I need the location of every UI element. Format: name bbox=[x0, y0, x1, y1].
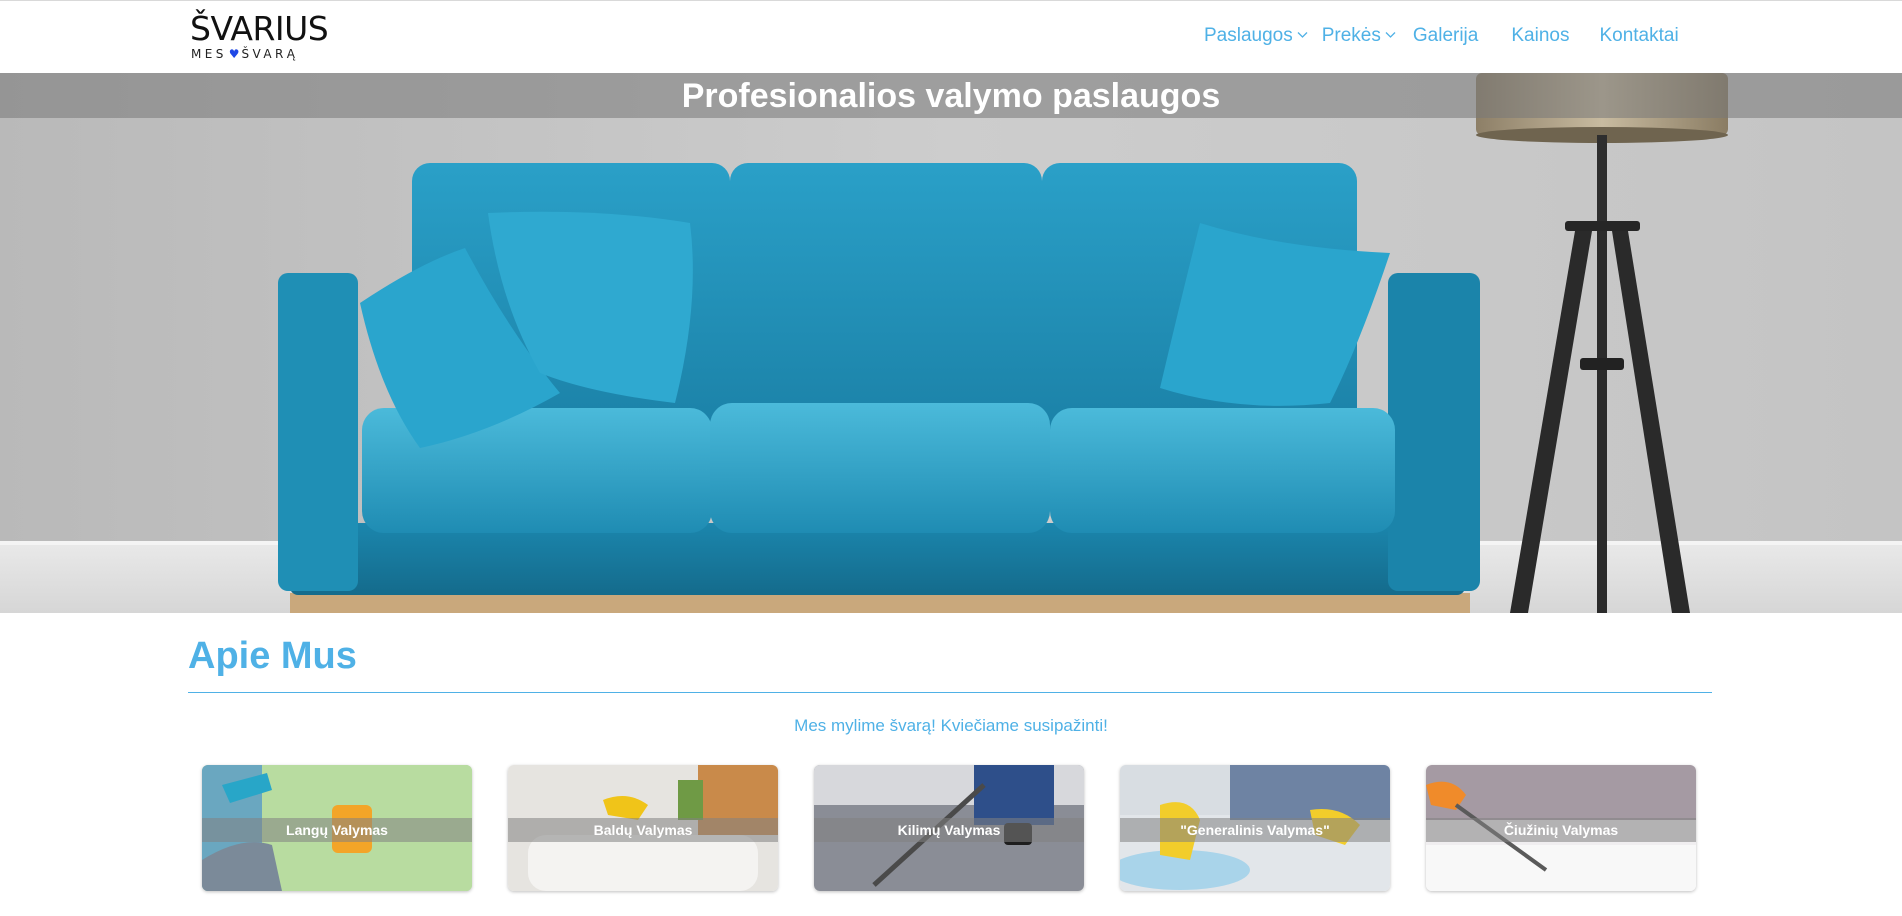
about-divider bbox=[188, 692, 1712, 693]
service-card-label: Baldų Valymas bbox=[508, 818, 778, 842]
nav-item-prekes[interactable]: Prekės bbox=[1322, 23, 1396, 49]
service-card-label: Čiužinių Valymas bbox=[1426, 818, 1696, 842]
heart-icon: ♥ bbox=[228, 47, 240, 61]
nav-item-paslaugos[interactable]: Paslaugos bbox=[1204, 23, 1308, 49]
chevron-down-icon bbox=[1385, 32, 1396, 38]
service-card-langu[interactable]: Langų Valymas bbox=[202, 765, 472, 891]
tagline-right: ŠVARĄ bbox=[241, 47, 299, 61]
about-title: Apie Mus bbox=[188, 635, 357, 677]
brand-tagline: MES ♥ ŠVARĄ bbox=[191, 47, 298, 61]
service-card-generalinis[interactable]: "Generalinis Valymas" bbox=[1120, 765, 1390, 891]
hero-banner: Profesionalios valymo paslaugos bbox=[0, 73, 1902, 613]
brand-name: ŠVARIUS bbox=[190, 9, 329, 48]
nav-item-label: Kontaktai bbox=[1599, 25, 1679, 46]
hero-title: Profesionalios valymo paslaugos bbox=[681, 77, 1221, 115]
nav-item-label: Paslaugos bbox=[1204, 25, 1293, 46]
tagline-left: MES bbox=[191, 47, 227, 61]
main-nav: Paslaugos Prekės Galerija Kainos Kontakt… bbox=[1204, 21, 1679, 51]
chevron-down-icon bbox=[1297, 32, 1308, 38]
service-card-ciuziniu[interactable]: Čiužinių Valymas bbox=[1426, 765, 1696, 891]
nav-item-kontaktai[interactable]: Kontaktai bbox=[1599, 23, 1678, 49]
service-card-baldu[interactable]: Baldų Valymas bbox=[508, 765, 778, 891]
nav-item-galerija[interactable]: Galerija bbox=[1413, 23, 1478, 49]
service-card-label: "Generalinis Valymas" bbox=[1120, 818, 1390, 842]
site-header: ŠVARIUS MES ♥ ŠVARĄ Paslaugos Prekės Galer… bbox=[0, 0, 1902, 73]
service-card-label: Kilimų Valymas bbox=[814, 818, 1084, 842]
nav-item-label: Galerija bbox=[1412, 25, 1479, 46]
service-card-kilimu[interactable]: Kilimų Valymas bbox=[814, 765, 1084, 891]
about-subtitle: Mes mylime švarą! Kviečiame susipažinti! bbox=[794, 716, 1108, 735]
nav-item-label: Prekės bbox=[1321, 25, 1381, 46]
hero-sofa-image bbox=[0, 73, 1902, 613]
nav-item-label: Kainos bbox=[1511, 25, 1570, 46]
nav-item-kainos[interactable]: Kainos bbox=[1511, 23, 1569, 49]
service-card-label: Langų Valymas bbox=[202, 818, 472, 842]
brand-logo[interactable]: ŠVARIUS MES ♥ ŠVARĄ bbox=[190, 11, 330, 63]
